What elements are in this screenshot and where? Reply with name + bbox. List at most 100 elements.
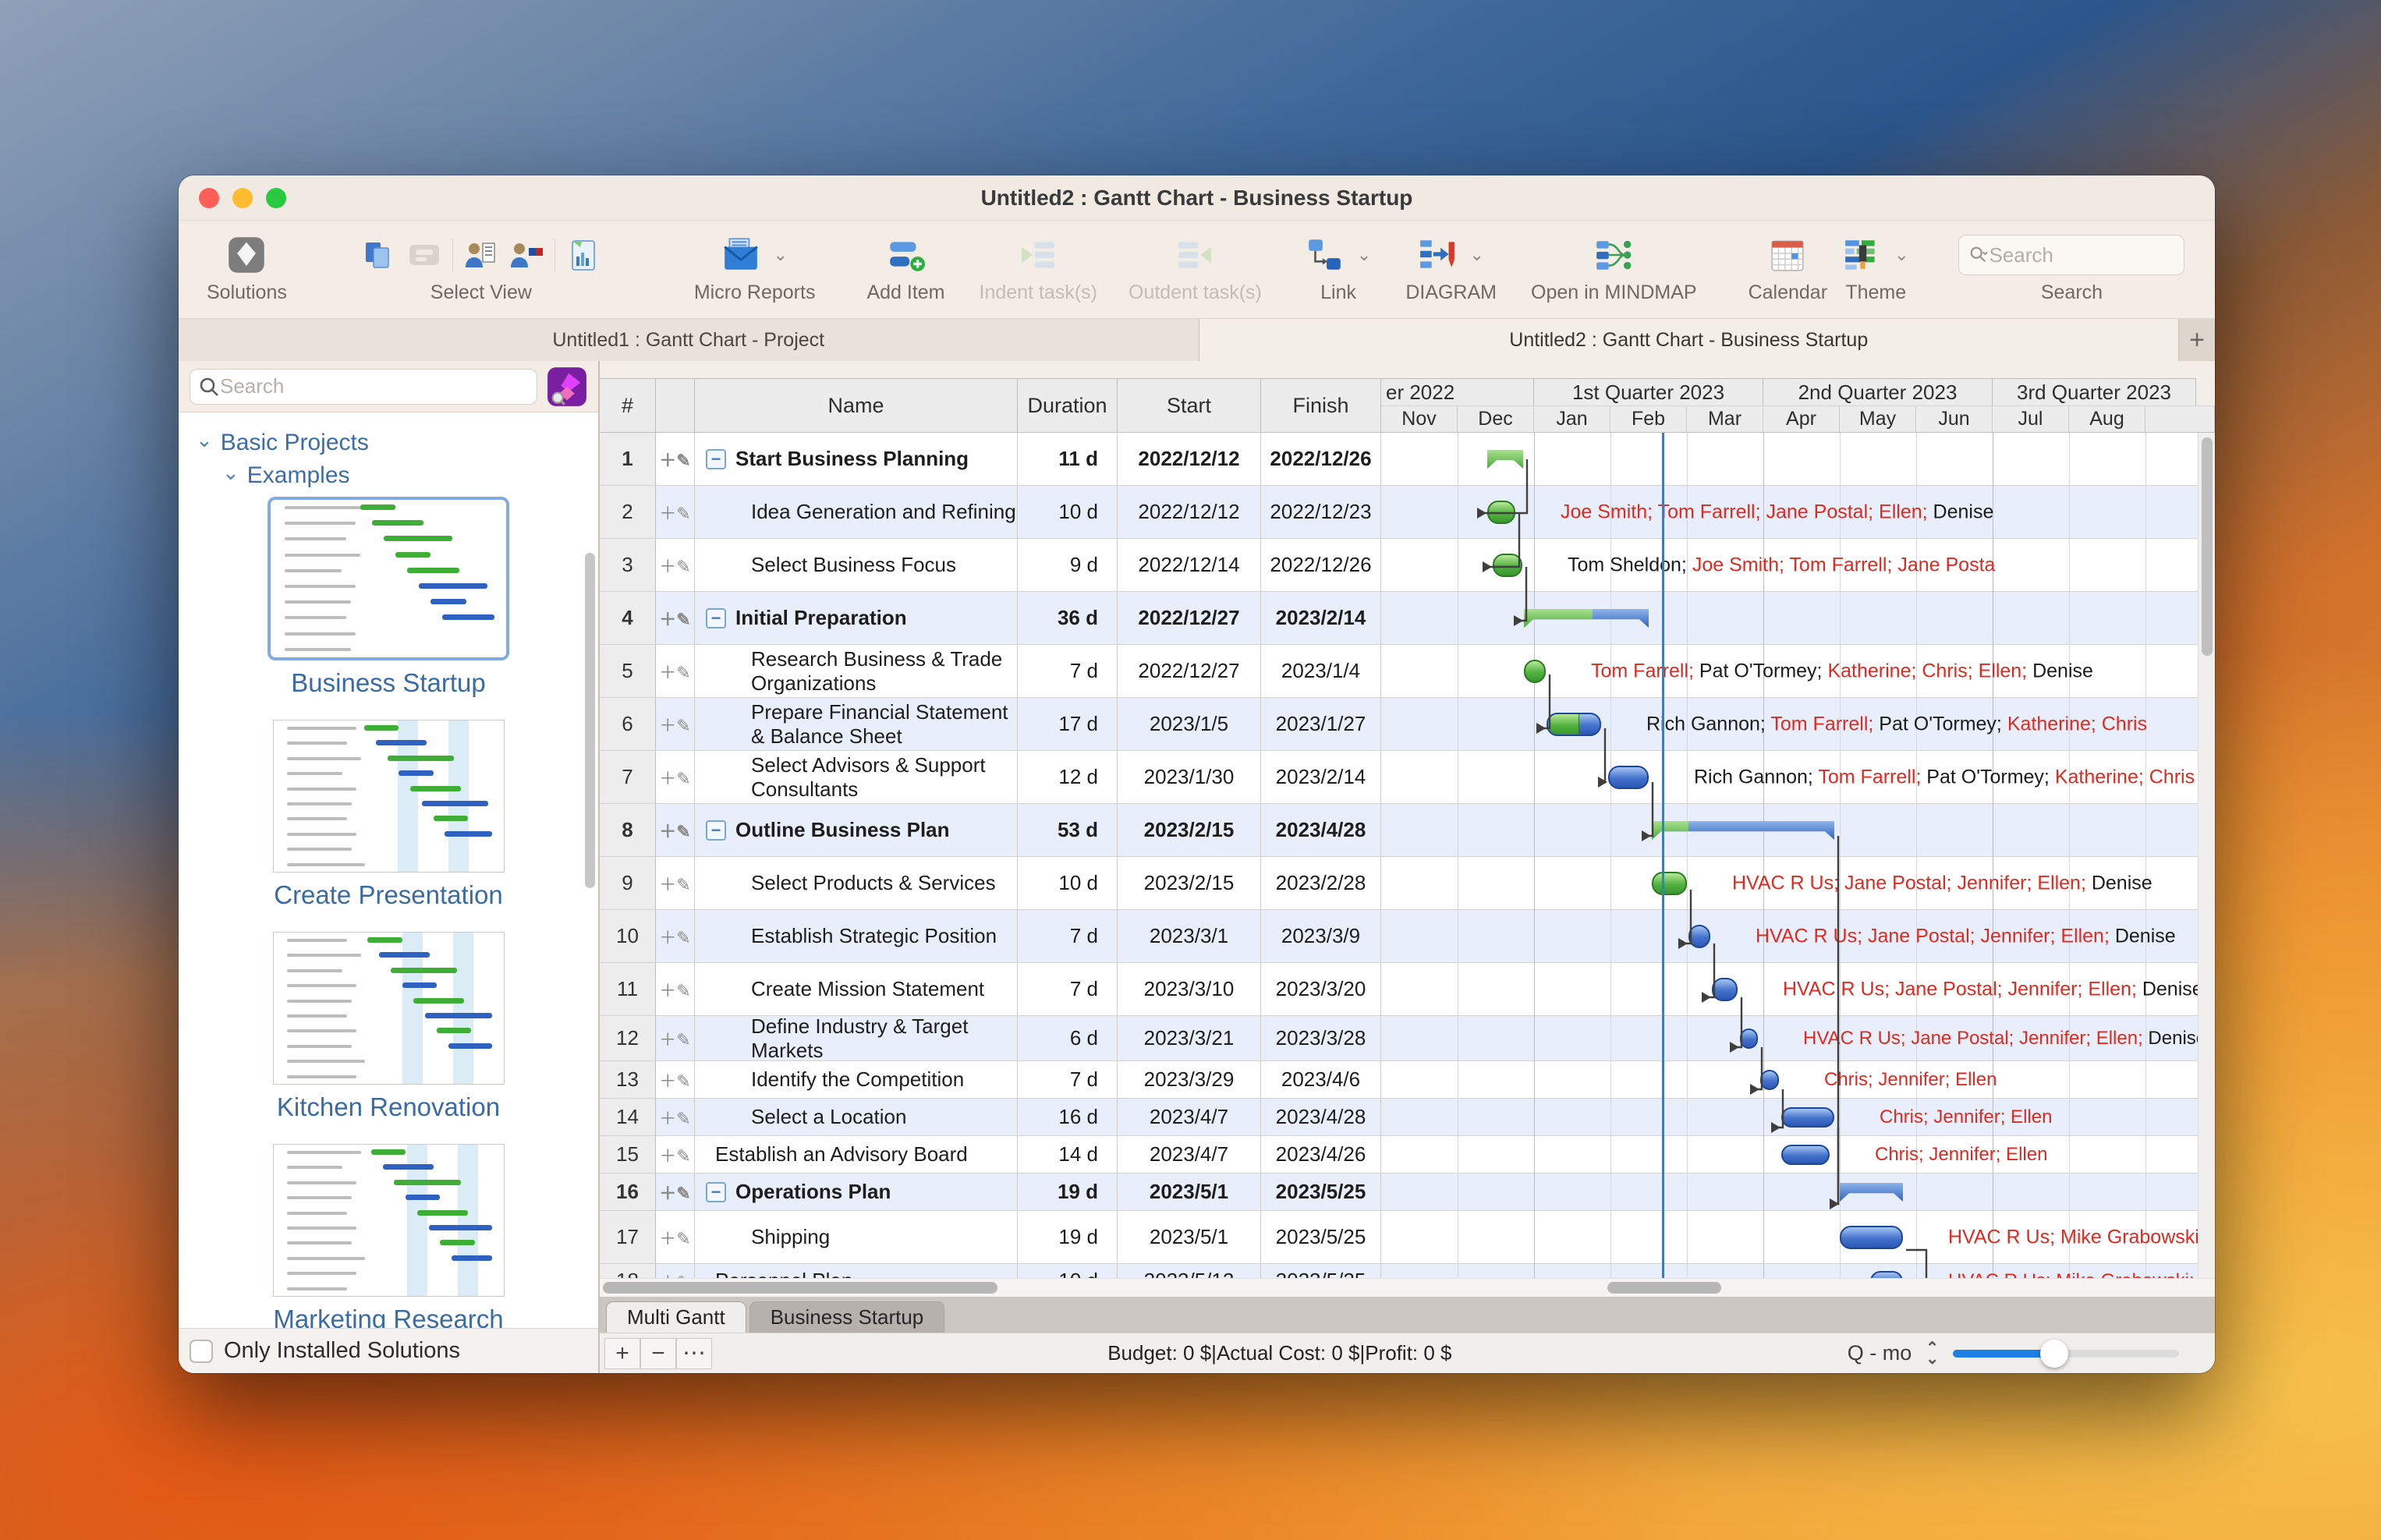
task-name-cell[interactable]: Personnel Plan [695,1264,1018,1278]
task-bar[interactable] [1524,660,1546,683]
task-row-1[interactable]: 1＋✎−Start Business Planning11 d2022/12/1… [600,433,2215,486]
task-row-7[interactable]: 7＋✎Select Advisors & Support Consultants… [600,751,2215,804]
summary-bar[interactable] [1524,609,1649,628]
task-row-17[interactable]: 17＋✎Shipping19 d2023/5/12023/5/25HVAC R … [600,1211,2215,1264]
sheet-tab-business-startup[interactable]: Business Startup [749,1301,945,1333]
task-row-5[interactable]: 5＋✎Research Business & Trade Organizatio… [600,645,2215,698]
task-row-10[interactable]: 10＋✎Establish Strategic Position7 d2023/… [600,910,2215,963]
document-tab-active[interactable]: Untitled2 : Gantt Chart - Business Start… [1199,319,2180,361]
zoom-stepper[interactable]: ⌃⌄ [1926,1343,1939,1365]
column-header-icon[interactable] [656,378,695,433]
task-name-cell[interactable]: Select a Location [695,1099,1018,1135]
new-document-tab-button[interactable]: + [2179,319,2215,361]
column-header-Start[interactable]: Start [1118,378,1261,433]
task-bar[interactable] [1688,925,1710,948]
toolbar-search-field[interactable] [1958,235,2184,275]
table-hscroll-thumb[interactable] [603,1282,997,1294]
add-edit-task-icon[interactable]: ＋✎ [659,1180,690,1205]
add-edit-task-icon[interactable]: ＋✎ [659,871,690,896]
add-edit-task-icon[interactable]: ＋✎ [659,1225,690,1250]
toolbar-item-search[interactable]: Search [1958,230,2184,304]
toolbar-item-solutions[interactable]: Solutions [207,230,287,304]
task-bar[interactable] [1740,1028,1758,1049]
task-name-cell[interactable]: Define Industry & Target Markets [695,1016,1018,1060]
more-options-button[interactable]: ⋯ [676,1338,712,1369]
toolbar-search-input[interactable] [1989,243,2145,267]
add-edit-task-icon[interactable]: ＋✎ [659,553,690,578]
add-edit-task-icon[interactable]: ＋✎ [659,447,690,472]
task-name-cell[interactable]: Shipping [695,1211,1018,1263]
sheet-tab-multi-gantt[interactable]: Multi Gantt [606,1301,746,1333]
task-bar[interactable] [1781,1145,1830,1165]
solution-thumbnail[interactable] [273,720,505,873]
zoom-window-button[interactable] [266,188,286,208]
task-name-cell[interactable]: Select Advisors & Support Consultants [695,751,1018,803]
solution-name-create-presentation[interactable]: Create Presentation [274,880,503,910]
solution-thumbnail[interactable] [273,1144,505,1297]
task-row-13[interactable]: 13＋✎Identify the Competition7 d2023/3/29… [600,1061,2215,1099]
task-row-11[interactable]: 11＋✎Create Mission Statement7 d2023/3/10… [600,963,2215,1016]
summary-bar[interactable] [1487,450,1523,469]
task-name-cell[interactable]: Establish an Advisory Board [695,1136,1018,1173]
task-bar[interactable] [1712,978,1738,1001]
solution-thumbnail[interactable] [268,497,509,660]
task-name-cell[interactable]: Establish Strategic Position [695,910,1018,962]
zoom-slider-knob[interactable] [2040,1340,2068,1368]
solution-thumbnail[interactable] [273,932,505,1085]
task-row-9[interactable]: 9＋✎Select Products & Services10 d2023/2/… [600,857,2215,910]
task-name-cell[interactable]: Select Products & Services [695,857,1018,909]
task-row-14[interactable]: 14＋✎Select a Location16 d2023/4/72023/4/… [600,1099,2215,1136]
document-tab-inactive[interactable]: Untitled1 : Gantt Chart - Project [179,319,1199,361]
column-header-Name[interactable]: Name [695,378,1018,433]
sidebar-search-field[interactable] [190,369,537,405]
task-name-cell[interactable]: Create Mission Statement [695,963,1018,1015]
task-row-6[interactable]: 6＋✎Prepare Financial Statement & Balance… [600,698,2215,751]
remove-row-button[interactable]: − [640,1338,676,1369]
solution-name-marketing-research[interactable]: Marketing Research [273,1305,503,1328]
toolbar-item-theme[interactable]: ⌄Theme [1843,230,1908,304]
task-row-2[interactable]: 2＋✎Idea Generation and Refining10 d2022/… [600,486,2215,539]
tree-item-basic-projects[interactable]: ⌄Basic Projects [196,430,598,456]
task-row-15[interactable]: 15＋✎Establish an Advisory Board14 d2023/… [600,1136,2215,1174]
add-edit-task-icon[interactable]: ＋✎ [659,924,690,949]
task-name-cell[interactable]: −Initial Preparation [695,592,1018,644]
task-name-cell[interactable]: Research Business & Trade Organizations [695,645,1018,697]
gantt-hscroll-thumb[interactable] [1607,1282,1721,1294]
add-edit-task-icon[interactable]: ＋✎ [659,500,690,525]
collapse-task-icon[interactable]: − [706,1182,726,1202]
minimize-window-button[interactable] [232,188,253,208]
task-name-cell[interactable]: −Start Business Planning [695,433,1018,485]
task-name-cell[interactable]: Select Business Focus [695,539,1018,591]
task-bar[interactable] [1870,1271,1903,1278]
add-edit-task-icon[interactable]: ＋✎ [659,1105,690,1130]
task-row-8[interactable]: 8＋✎−Outline Business Plan53 d2023/2/1520… [600,804,2215,857]
column-header-Finish[interactable]: Finish [1261,378,1381,433]
task-name-cell[interactable]: −Outline Business Plan [695,804,1018,856]
task-bar[interactable] [1760,1070,1779,1090]
sidebar-search-input[interactable] [220,374,477,398]
task-row-3[interactable]: 3＋✎Select Business Focus9 d2022/12/14202… [600,539,2215,592]
task-name-cell[interactable]: Identify the Competition [695,1061,1018,1098]
collapse-task-icon[interactable]: − [706,449,726,469]
task-bar[interactable] [1547,713,1601,736]
only-installed-checkbox[interactable] [190,1340,213,1363]
toolbar-item-calendar[interactable]: Calendar [1749,230,1827,304]
add-edit-task-icon[interactable]: ＋✎ [659,1142,690,1167]
column-header-Duration[interactable]: Duration [1018,378,1118,433]
add-edit-task-icon[interactable]: ＋✎ [659,659,690,684]
collapse-task-icon[interactable]: − [706,820,726,841]
task-row-18[interactable]: 18＋✎Personnel Plan10 d2023/5/122023/5/25… [600,1264,2215,1278]
task-bar[interactable] [1487,501,1515,524]
gantt-vscroll-thumb[interactable] [2202,437,2213,656]
toolbar-item-add-item[interactable]: Add Item [866,230,944,304]
close-window-button[interactable] [199,188,219,208]
toolbar-item-micro-reports[interactable]: ⌄Micro Reports [694,230,816,304]
task-bar[interactable] [1608,766,1649,789]
gantt-vertical-scrollbar[interactable] [2198,433,2215,1278]
summary-bar[interactable] [1652,821,1834,840]
solution-name-business-startup[interactable]: Business Startup [291,668,485,698]
solution-name-kitchen-renovation[interactable]: Kitchen Renovation [277,1092,500,1122]
task-name-cell[interactable]: Idea Generation and Refining [695,486,1018,538]
task-bar[interactable] [1840,1226,1903,1249]
column-header-#[interactable]: # [600,378,656,433]
